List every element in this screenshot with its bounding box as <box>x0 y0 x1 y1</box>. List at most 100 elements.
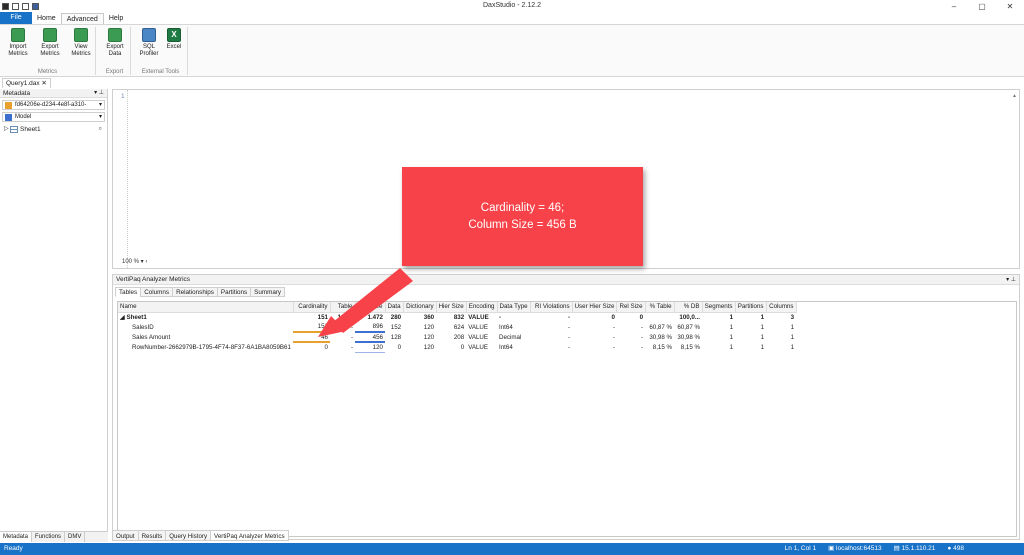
chevron-down-icon: ▾ <box>98 114 102 120</box>
col-header-encoding[interactable]: Encoding <box>466 302 498 313</box>
status-version: ▤ 15.1.110.21 <box>893 545 936 552</box>
cell-partitions: 1 <box>760 323 765 331</box>
annotation-callout: Cardinality = 46; Column Size = 456 B <box>402 167 643 266</box>
table-row[interactable]: ◢ Sheet1 151 1.472 1.472 280 360 832 VAL… <box>118 312 796 322</box>
expand-icon[interactable]: ▷ <box>4 125 9 134</box>
excel-button[interactable]: X Excel <box>159 27 189 51</box>
cell-data: 280 <box>390 313 402 321</box>
connection-dropdown[interactable]: fd64206e-d234-4e8f-a310- ▾ <box>2 100 105 110</box>
col-header-columns[interactable]: Columns <box>766 302 797 313</box>
col-header-ri-violations[interactable]: RI Violations <box>530 302 573 313</box>
metadata-panel: Metadata ▾ ⊥ fd64206e-d234-4e8f-a310- ▾ … <box>0 89 108 542</box>
cell-cardinality: 46 <box>293 332 330 343</box>
cell-pct-table: 60,87 % <box>649 323 673 331</box>
col-header-pct-db[interactable]: % DB <box>674 302 703 313</box>
tab-columns[interactable]: Columns <box>140 287 174 297</box>
cell-pct-db: 30,98 % <box>677 333 701 341</box>
export-data-button[interactable]: Export Data <box>100 27 130 58</box>
col-header-pct-table[interactable]: % Table <box>645 302 675 313</box>
tab-metadata[interactable]: Metadata <box>0 532 33 542</box>
close-tab-icon[interactable]: ✕ <box>41 80 46 87</box>
col-header-table[interactable]: Table <box>330 302 356 313</box>
pin-icon[interactable]: ▾ ⊥ <box>94 89 104 98</box>
cell-data: 128 <box>390 333 402 341</box>
col-header-hier-size[interactable]: Hier Size <box>436 302 467 313</box>
cell-data-type: Decimal <box>499 333 522 341</box>
tab-vertipaq-analyzer-metrics[interactable]: VertiPaq Analyzer Metrics <box>210 530 289 541</box>
cell-name: ◢ Sheet1 <box>120 313 147 321</box>
gutter-divider <box>127 90 128 268</box>
vertipaq-panel: VertiPaq Analyzer Metrics ▾ ⊥ Tables Col… <box>112 274 1020 540</box>
cell-dictionary: 120 <box>423 343 435 351</box>
cell-cardinality: 151 <box>293 322 330 333</box>
cell-dictionary: 360 <box>423 313 435 321</box>
table-row[interactable]: SalesID 151 - 896 152 120 624 VALUE Int6… <box>118 322 796 333</box>
zoom-level[interactable]: 100 % ▾ ‹ <box>122 258 147 265</box>
tree-item-sheet1[interactable]: ▷ Sheet1 ⌕ <box>2 125 105 134</box>
cell-encoding: VALUE <box>468 343 489 351</box>
export-metrics-button[interactable]: Export Metrics <box>35 27 65 58</box>
export-data-icon <box>108 28 122 42</box>
tab-results[interactable]: Results <box>137 530 167 541</box>
tab-output[interactable]: Output <box>112 530 139 541</box>
metadata-header: Metadata ▾ ⊥ <box>0 89 107 98</box>
tab-query-history[interactable]: Query History <box>165 530 212 541</box>
col-header-dictionary[interactable]: Dictionary <box>403 302 437 313</box>
cell-columns: 1 <box>790 323 795 331</box>
cell-pct-table: 8,15 % <box>652 343 673 351</box>
table-icon <box>10 126 18 133</box>
title-bar: DaxStudio - 2.12.2 – ▢ ✕ <box>0 0 1024 13</box>
tab-partitions[interactable]: Partitions <box>216 287 252 297</box>
cell-user-hier-size: - <box>612 343 615 351</box>
cell-col-size: 896 <box>355 322 385 333</box>
cell-pct-db: 8,15 % <box>680 343 701 351</box>
cell-segments: 1 <box>729 323 734 331</box>
status-bar: Ready Ln 1, Col 1 ▣ localhost:64513 ▤ 15… <box>0 543 1024 555</box>
cell-table: - <box>350 323 353 331</box>
tab-home[interactable]: Home <box>32 13 61 24</box>
col-header-segments[interactable]: Segments <box>702 302 736 313</box>
col-header-data[interactable]: Data <box>385 302 404 313</box>
cell-name: RowNumber-2662979B-1795-4F74-8F37-6A1BA8… <box>132 343 291 351</box>
search-icon[interactable]: ⌕ <box>99 125 102 134</box>
col-header-data-type[interactable]: Data Type <box>497 302 531 313</box>
tab-functions[interactable]: Functions <box>32 532 66 542</box>
tab-query1[interactable]: Query1.dax ✕ <box>2 78 51 88</box>
cell-partitions: 1 <box>760 343 765 351</box>
output-tabs: Output Results Query History VertiPaq An… <box>112 530 289 541</box>
pin-icon[interactable]: ▾ ⊥ <box>1006 275 1016 285</box>
tab-summary[interactable]: Summary <box>250 287 286 297</box>
tab-relationships[interactable]: Relationships <box>172 287 218 297</box>
tab-tables[interactable]: Tables <box>115 287 142 297</box>
view-metrics-button[interactable]: View Metrics <box>66 27 96 58</box>
table-row[interactable]: RowNumber-2662979B-1795-4F74-8F37-6A1BA8… <box>118 342 796 353</box>
minimize-button[interactable]: – <box>940 0 968 13</box>
cell-pct-db: 100,0... <box>679 313 701 321</box>
col-header-partitions[interactable]: Partitions <box>735 302 767 313</box>
col-header-col-size[interactable]: Col Size <box>355 302 386 313</box>
cell-segments: 1 <box>729 343 734 351</box>
cell-ri-violations: - <box>568 333 571 341</box>
header-row: Name Cardinality Table Col Size Data Dic… <box>118 302 797 313</box>
cell-table: - <box>350 343 353 351</box>
cell-rel-size: - <box>640 333 644 341</box>
database-icon <box>5 102 12 109</box>
close-button[interactable]: ✕ <box>996 0 1024 13</box>
col-header-name[interactable]: Name <box>118 302 294 313</box>
cell-user-hier-size: - <box>612 323 615 331</box>
col-header-cardinality[interactable]: Cardinality <box>293 302 331 313</box>
scroll-up-icon[interactable]: ▲ <box>1012 93 1017 99</box>
table-row[interactable]: Sales Amount 46 - 456 128 120 208 VALUE … <box>118 332 796 343</box>
cell-table: - <box>350 333 353 341</box>
tab-help[interactable]: Help <box>104 13 128 24</box>
tab-advanced[interactable]: Advanced <box>60 13 104 24</box>
maximize-button[interactable]: ▢ <box>968 0 996 13</box>
model-dropdown[interactable]: Model ▾ <box>2 112 105 122</box>
import-metrics-button[interactable]: Import Metrics <box>3 27 33 58</box>
col-header-rel-size[interactable]: Rel Size <box>616 302 646 313</box>
col-header-user-hier-size[interactable]: User Hier Size <box>572 302 618 313</box>
tab-file[interactable]: File <box>0 12 32 24</box>
tab-dmv[interactable]: DMV <box>65 532 86 542</box>
vertipaq-header: VertiPaq Analyzer Metrics ▾ ⊥ <box>113 275 1019 285</box>
cell-columns: 3 <box>790 313 795 321</box>
